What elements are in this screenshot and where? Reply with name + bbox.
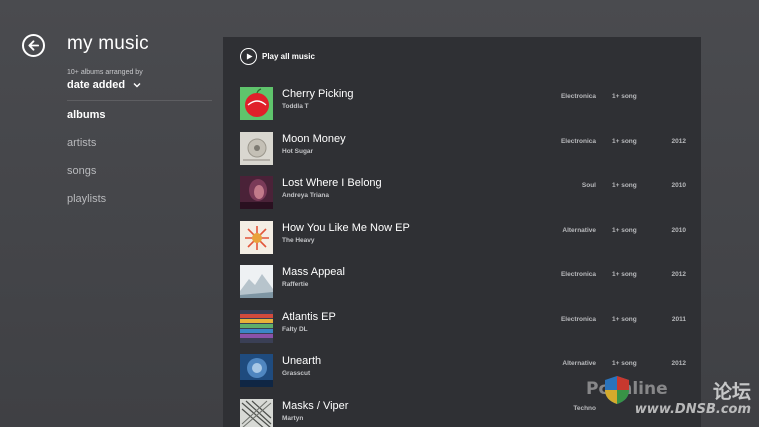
album-song-count: 1+ song [612, 226, 637, 234]
album-genre: Alternative [562, 360, 596, 367]
album-art [240, 265, 273, 298]
album-song-count: 1+ song [612, 182, 637, 189]
album-artist: Hot Sugar [282, 147, 314, 155]
album-year: 2012 [671, 137, 686, 145]
play-all-label: Play all music [262, 52, 315, 61]
album-song-count: 1+ song [612, 271, 637, 278]
album-genre: Electronica [560, 137, 596, 145]
album-title: Cherry Picking [282, 88, 354, 100]
album-art [240, 131, 273, 165]
music-app: my music 10+ albums arranged by date add… [0, 0, 759, 427]
page-title: my music [67, 33, 149, 54]
album-art [240, 354, 273, 387]
album-genre: Electronica [560, 315, 596, 323]
album-row[interactable]: Cherry Picking Toddla T Electronica 1+ s… [240, 86, 692, 131]
album-artist: Toddla T [282, 103, 309, 110]
album-row[interactable]: How You Like Me Now EP The Heavy Alterna… [240, 220, 692, 265]
album-title: Mass Appeal [282, 266, 345, 278]
album-artist: The Heavy [282, 236, 315, 244]
watermark-url: www.DNSB.com [634, 402, 751, 417]
sort-dropdown[interactable]: date added [67, 79, 141, 91]
album-genre: Alternative [562, 226, 596, 234]
nav-item-playlists[interactable]: playlists [67, 193, 106, 205]
nav-item-songs[interactable]: songs [67, 165, 96, 177]
album-art [240, 176, 273, 209]
nav-divider [67, 100, 212, 101]
album-title: Unearth [282, 355, 322, 367]
album-song-count: 1+ song [612, 315, 637, 323]
album-title: Atlantis EP [282, 310, 336, 323]
back-button[interactable] [22, 34, 45, 57]
watermark-forum: 论坛 [712, 381, 751, 403]
nav-item-artists[interactable]: artists [67, 137, 96, 149]
album-art [240, 220, 273, 254]
album-year: 2010 [671, 182, 686, 189]
album-genre: Soul [581, 182, 596, 189]
album-genre: Electronica [560, 271, 596, 278]
album-row[interactable]: Atlantis EP Falty DL Electronica 1+ song… [240, 309, 692, 354]
nav-item-albums[interactable]: albums [67, 109, 106, 121]
album-year: 2012 [671, 271, 686, 278]
album-genre: Techno [573, 404, 596, 412]
album-row[interactable]: Mass Appeal Raffertie Electronica 1+ son… [240, 264, 692, 309]
album-art [240, 87, 273, 120]
album-title: Lost Where I Belong [282, 177, 382, 189]
album-year: 2010 [671, 226, 686, 234]
album-row[interactable]: Moon Money Hot Sugar Electronica 1+ song… [240, 131, 692, 176]
chevron-down-icon [133, 83, 141, 88]
album-title: Moon Money [282, 132, 346, 145]
watermark: Pconline 论坛 www.DNSB.com [586, 365, 751, 423]
album-art [240, 398, 273, 427]
back-arrow-icon [28, 40, 40, 51]
play-icon [240, 48, 257, 65]
sort-value: date added [67, 79, 126, 91]
album-title: How You Like Me Now EP [282, 221, 410, 234]
album-year: 2011 [671, 315, 686, 323]
album-title: Masks / Viper [282, 399, 349, 412]
arranged-caption: 10+ albums arranged by [67, 69, 143, 76]
album-artist: Falty DL [282, 325, 308, 333]
album-song-count: 1+ song [612, 137, 637, 145]
play-all-button[interactable]: Play all music [240, 48, 315, 65]
album-genre: Electronica [560, 93, 596, 100]
album-artist: Andreya Triana [282, 192, 329, 199]
album-row[interactable]: Lost Where I Belong Andreya Triana Soul … [240, 175, 692, 220]
album-artist: Raffertie [282, 281, 309, 288]
shield-logo-icon [605, 376, 629, 404]
album-artist: Grasscut [282, 370, 311, 377]
album-art [240, 309, 273, 343]
album-artist: Martyn [282, 414, 304, 422]
album-song-count: 1+ song [612, 93, 637, 100]
